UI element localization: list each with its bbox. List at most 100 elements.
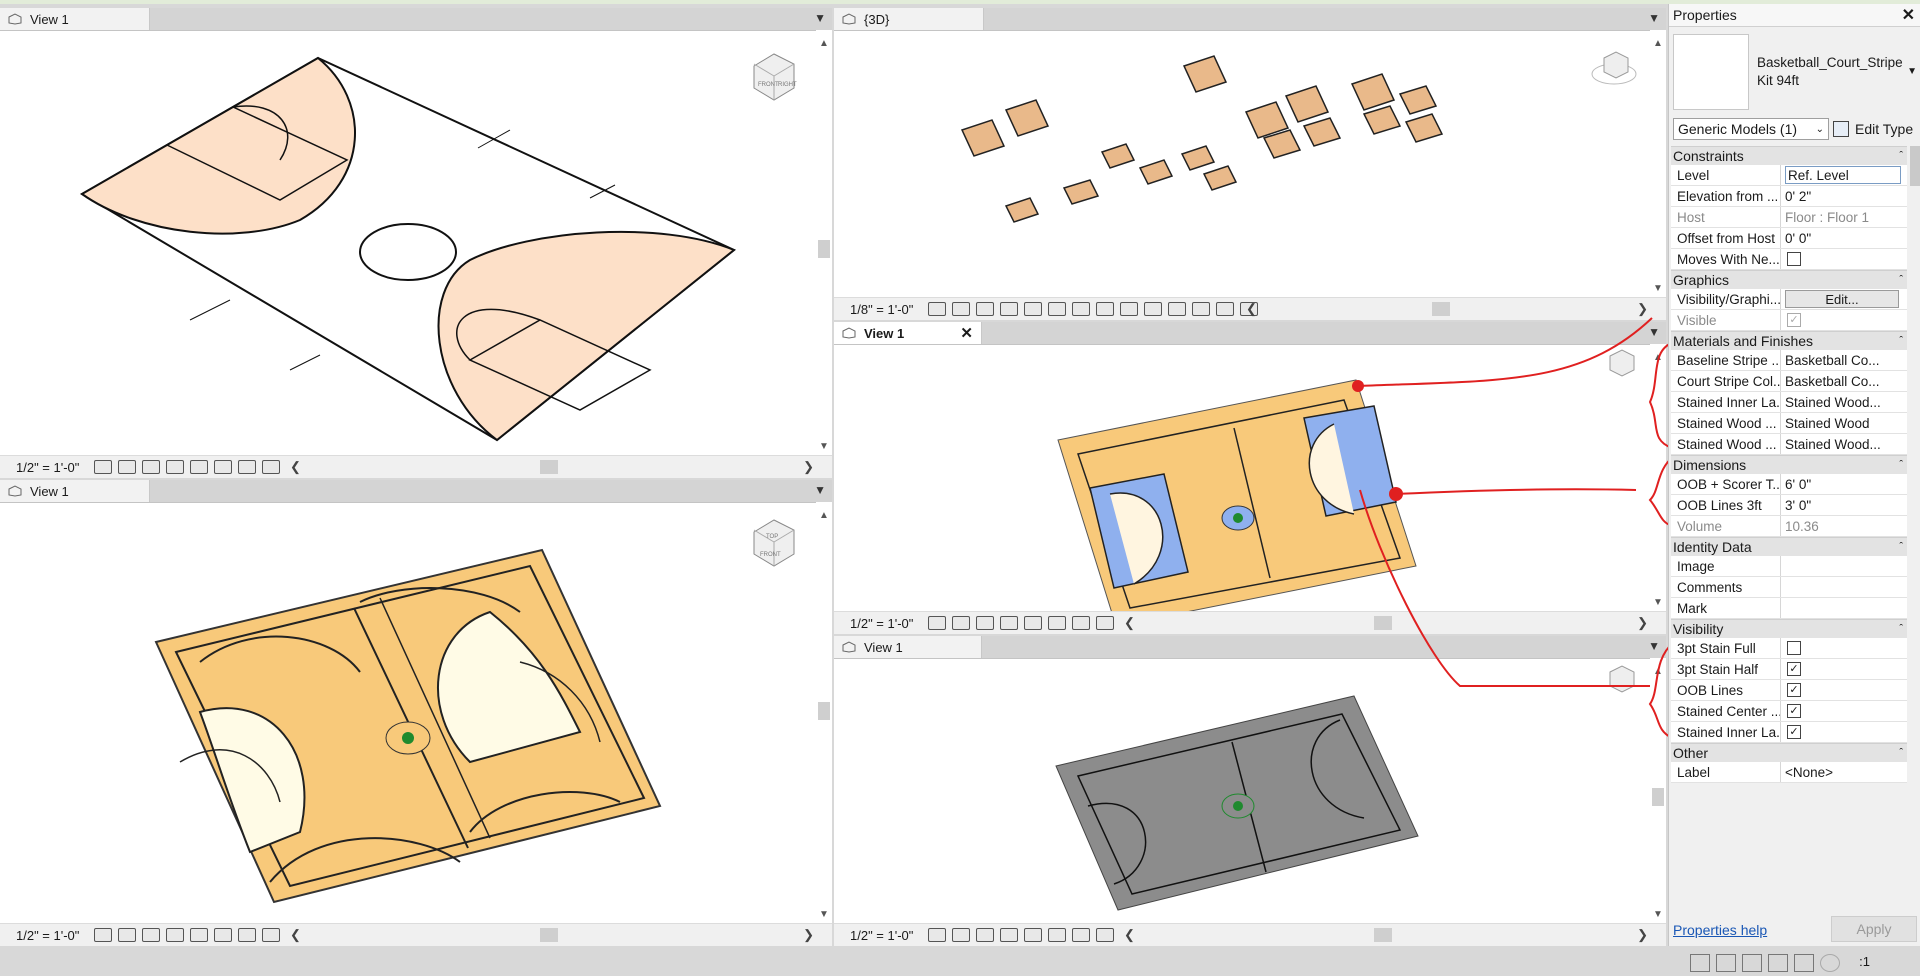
- property-value[interactable]: [1781, 598, 1907, 618]
- underlay-select-icon[interactable]: [1716, 954, 1736, 972]
- collapse-chevron-icon[interactable]: ˆ: [1899, 459, 1903, 471]
- property-row: Stained Inner La... Stained Wood...: [1671, 392, 1907, 413]
- property-value-text: 10.36: [1785, 518, 1819, 534]
- edit-type-label: Edit Type: [1855, 121, 1914, 137]
- section-header[interactable]: Materials and Finishes ˆ: [1671, 331, 1907, 350]
- property-row: OOB Lines ✓: [1671, 680, 1907, 701]
- checkbox: ✓: [1787, 313, 1801, 327]
- collapse-chevron-icon[interactable]: ˆ: [1899, 623, 1903, 635]
- scroll-thumb[interactable]: [1910, 146, 1920, 186]
- property-value-text: 3' 0": [1785, 497, 1812, 513]
- property-key: Stained Inner La...: [1671, 392, 1781, 412]
- face-select-icon[interactable]: [1768, 954, 1788, 972]
- section-header[interactable]: Constraints ˆ: [1671, 146, 1907, 165]
- property-row: Label <None>: [1671, 762, 1907, 783]
- property-value[interactable]: 6' 0": [1781, 474, 1907, 494]
- collapse-chevron-icon[interactable]: ˆ: [1899, 335, 1903, 347]
- property-value[interactable]: [1781, 577, 1907, 597]
- checkbox[interactable]: [1787, 252, 1801, 266]
- properties-scrollbar[interactable]: [1909, 146, 1920, 778]
- checkbox[interactable]: ✓: [1787, 683, 1801, 697]
- link-select-icon[interactable]: [1690, 954, 1710, 972]
- property-value[interactable]: Stained Wood...: [1781, 434, 1907, 454]
- section-header[interactable]: Visibility ˆ: [1671, 619, 1907, 638]
- pinned-select-icon[interactable]: [1742, 954, 1762, 972]
- property-value[interactable]: Stained Wood: [1781, 413, 1907, 433]
- property-value[interactable]: Basketball Co...: [1781, 371, 1907, 391]
- property-value[interactable]: 0' 2": [1781, 186, 1907, 206]
- property-row: Stained Wood ... Stained Wood...: [1671, 434, 1907, 455]
- property-key: Court Stripe Col...: [1671, 371, 1781, 391]
- red-annotation-overlay: [1352, 317, 1675, 739]
- property-value[interactable]: Edit...: [1781, 289, 1907, 309]
- type-selector[interactable]: Basketball_Court_Stripe Kit 94ft ▼: [1673, 34, 1917, 112]
- property-value-text: Basketball Co...: [1785, 352, 1880, 368]
- property-value[interactable]: <None>: [1781, 762, 1907, 782]
- property-value-text: 0' 0": [1785, 230, 1812, 246]
- instance-filter-row: Generic Models (1) ⌄ Edit Type: [1673, 118, 1917, 142]
- properties-help-link[interactable]: Properties help: [1673, 922, 1767, 938]
- property-value: Floor : Floor 1: [1781, 207, 1907, 227]
- property-row: Host Floor : Floor 1: [1671, 207, 1907, 228]
- category-filter-value: Generic Models (1): [1678, 121, 1798, 137]
- drag-select-icon[interactable]: [1794, 954, 1814, 972]
- property-value[interactable]: ✓: [1781, 310, 1907, 330]
- type-name: Basketball_Court_Stripe Kit 94ft: [1757, 55, 1903, 88]
- property-key: Stained Center ...: [1671, 701, 1781, 721]
- property-key: Stained Wood ...: [1671, 434, 1781, 454]
- selection-toggle-icons[interactable]: [1684, 954, 1840, 972]
- section-header[interactable]: Graphics ˆ: [1671, 270, 1907, 289]
- property-value: 10.36: [1781, 516, 1907, 536]
- section-header[interactable]: Dimensions ˆ: [1671, 455, 1907, 474]
- type-preview-image: [1673, 34, 1749, 110]
- property-value[interactable]: ✓: [1781, 680, 1907, 700]
- property-value[interactable]: Basketball Co...: [1781, 350, 1907, 370]
- property-value[interactable]: [1781, 638, 1907, 658]
- property-row: Comments: [1671, 577, 1907, 598]
- property-value-text: Stained Wood: [1785, 415, 1870, 431]
- collapse-chevron-icon[interactable]: ˆ: [1899, 541, 1903, 553]
- collapse-chevron-icon[interactable]: ˆ: [1899, 150, 1903, 162]
- property-value[interactable]: 3' 0": [1781, 495, 1907, 515]
- collapse-chevron-icon[interactable]: ˆ: [1899, 747, 1903, 759]
- property-value[interactable]: [1781, 556, 1907, 576]
- property-value-text: 6' 0": [1785, 476, 1812, 492]
- property-value[interactable]: ✓: [1781, 659, 1907, 679]
- checkbox[interactable]: ✓: [1787, 725, 1801, 739]
- property-row: 3pt Stain Full: [1671, 638, 1907, 659]
- property-value[interactable]: 0' 0": [1781, 228, 1907, 248]
- close-icon[interactable]: ✕: [1902, 5, 1915, 25]
- property-value[interactable]: ✓: [1781, 722, 1907, 742]
- gear-icon[interactable]: [1820, 954, 1840, 972]
- section-title: Materials and Finishes: [1673, 333, 1814, 349]
- section-title: Dimensions: [1673, 457, 1747, 473]
- category-filter-dropdown[interactable]: Generic Models (1) ⌄: [1673, 118, 1829, 140]
- filter-count[interactable]: :1: [1859, 954, 1870, 969]
- checkbox[interactable]: ✓: [1787, 662, 1801, 676]
- property-row: Image: [1671, 556, 1907, 577]
- property-input[interactable]: Ref. Level: [1785, 166, 1901, 184]
- property-key: 3pt Stain Full: [1671, 638, 1781, 658]
- property-value-text: Floor : Floor 1: [1785, 209, 1870, 225]
- property-value[interactable]: Ref. Level: [1781, 165, 1907, 185]
- property-key: Baseline Stripe ...: [1671, 350, 1781, 370]
- property-key: 3pt Stain Half: [1671, 659, 1781, 679]
- edit-type-button[interactable]: Edit Type: [1833, 118, 1917, 140]
- collapse-chevron-icon[interactable]: ˆ: [1899, 274, 1903, 286]
- section-header[interactable]: Other ˆ: [1671, 743, 1907, 762]
- edit-button[interactable]: Edit...: [1785, 290, 1899, 308]
- checkbox[interactable]: [1787, 641, 1801, 655]
- property-row: Stained Center ... ✓: [1671, 701, 1907, 722]
- checkbox[interactable]: ✓: [1787, 704, 1801, 718]
- section-header[interactable]: Identity Data ˆ: [1671, 537, 1907, 556]
- chevron-down-icon[interactable]: ▼: [1907, 66, 1917, 77]
- property-value[interactable]: ✓: [1781, 701, 1907, 721]
- app-status-bar: :1: [0, 948, 1920, 976]
- apply-button[interactable]: Apply: [1831, 916, 1917, 942]
- property-key: Offset from Host: [1671, 228, 1781, 248]
- property-key: OOB Lines: [1671, 680, 1781, 700]
- property-value[interactable]: Stained Wood...: [1781, 392, 1907, 412]
- property-row: Elevation from ... 0' 2": [1671, 186, 1907, 207]
- property-value-text: Basketball Co...: [1785, 373, 1880, 389]
- property-value[interactable]: [1781, 249, 1907, 269]
